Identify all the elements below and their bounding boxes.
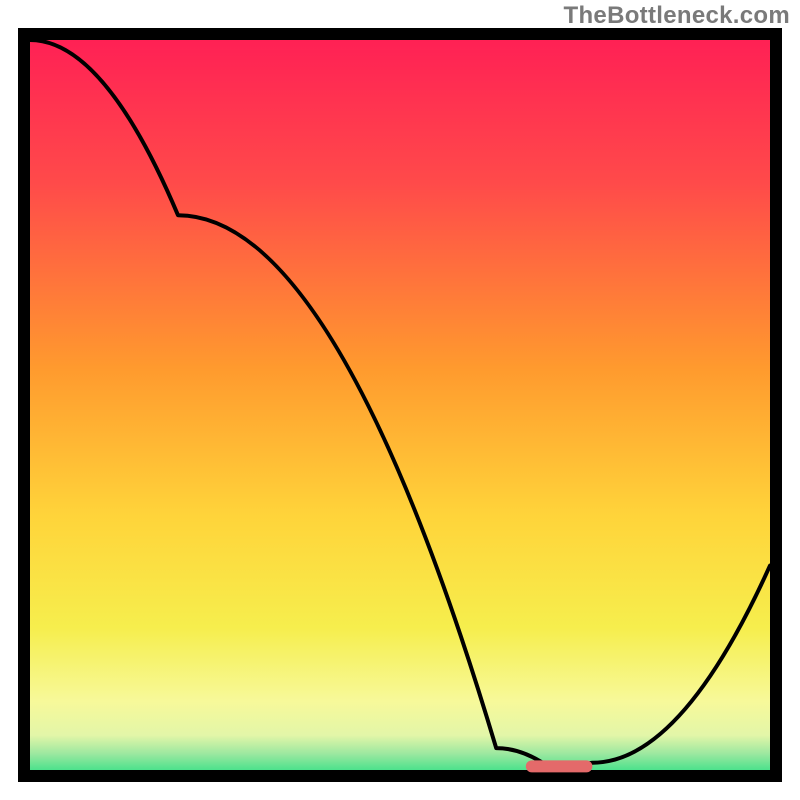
gradient-fill — [24, 34, 776, 776]
optimal-range-marker — [526, 760, 593, 772]
chart-container: TheBottleneck.com — [0, 0, 800, 800]
bottleneck-chart — [18, 28, 782, 782]
watermark-text: TheBottleneck.com — [564, 2, 790, 30]
